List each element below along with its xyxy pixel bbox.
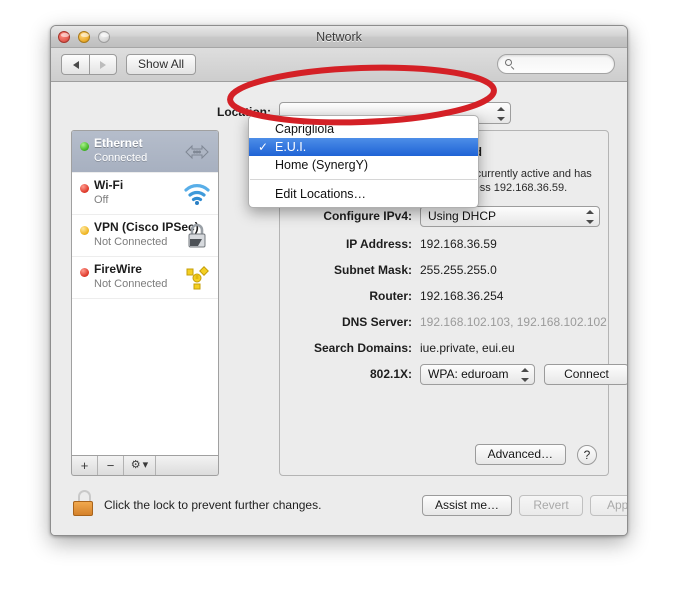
service-state: Off [94,194,109,206]
chevron-down-icon: ▾ [142,459,149,471]
window-controls [58,31,110,43]
footer-filler [156,456,218,475]
subnet-mask-row: Subnet Mask: 255.255.255.0 [280,263,608,281]
navigation-buttons [61,54,117,75]
popup-arrows-icon [496,107,505,121]
connect-button[interactable]: Connect [544,364,627,385]
close-button[interactable] [58,31,70,43]
router-value: 192.168.36.254 [420,289,504,303]
forward-button[interactable] [89,54,117,75]
network-preferences-window: Network Show All Location: Ethernet Conn… [50,25,628,536]
back-button[interactable] [61,54,89,75]
service-item-ethernet[interactable]: Ethernet Connected [72,131,218,173]
zoom-button[interactable] [98,31,110,43]
service-name: Wi-Fi [94,178,124,192]
dns-server-row: DNS Server: 192.168.102.103, 192.168.102… [280,315,608,333]
search-domains-row: Search Domains: iue.private, eui.eu [280,341,608,359]
dns-server-label: DNS Server: [341,315,412,329]
revert-button[interactable]: Revert [519,495,583,516]
search-icon [505,59,512,66]
router-row: Router: 192.168.36.254 [280,289,608,307]
checkmark-icon: ✓ [258,140,269,154]
service-name: FireWire [94,262,142,276]
minimize-button[interactable] [78,31,90,43]
service-list[interactable]: Ethernet Connected Wi-Fi Off VPN (Cisco … [71,130,219,456]
service-name: Ethernet [94,136,143,150]
dot1x-value: WPA: eduroam [428,367,509,381]
status-dot-icon [80,268,89,277]
location-dropdown-menu[interactable]: Caprigliola ✓ E.U.I. Home (SynergY) Edit… [248,115,479,208]
service-state: Not Connected [94,278,168,290]
menu-item-label: E.U.I. [275,140,307,154]
wifi-icon [182,180,212,208]
status-dot-icon [80,226,89,235]
lock-body-icon [73,501,93,516]
service-state: Not Connected [94,236,168,248]
help-button[interactable]: ? [577,445,597,465]
search-domains-label: Search Domains: [313,341,412,355]
dns-server-value: 192.168.102.103, 192.168.102.102 [420,315,607,329]
remove-service-button[interactable]: − [98,456,124,475]
ip-address-value: 192.168.36.59 [420,237,497,251]
dot1x-label: 802.1X: [369,367,412,381]
search-input[interactable] [518,55,608,73]
window-title: Network [316,30,362,44]
configure-ipv4-value: Using DHCP [428,209,497,223]
service-state: Connected [94,152,148,164]
menu-item-home-synergy[interactable]: Home (SynergY) [249,156,478,174]
subnet-mask-label: Subnet Mask: [333,263,412,277]
advanced-button[interactable]: Advanced… [474,444,566,465]
dot1x-select[interactable]: WPA: eduroam [420,364,535,385]
content-area: Location: Ethernet Connected Wi-Fi Off V… [51,82,627,535]
toolbar: Show All [51,48,627,82]
vpn-lock-icon [182,222,212,250]
show-all-button[interactable]: Show All [126,54,197,75]
popup-arrows-icon [520,368,529,382]
lock-button[interactable] [73,490,95,516]
service-item-wifi[interactable]: Wi-Fi Off [72,173,218,215]
status-dot-icon [80,142,89,151]
apply-button[interactable]: Apply [590,495,627,516]
menu-item-eui[interactable]: ✓ E.U.I. [249,138,478,156]
bottom-bar: Click the lock to prevent further change… [51,478,627,535]
service-list-footer: + − ⚙ ▾ [71,456,219,476]
add-service-button[interactable]: + [72,456,98,475]
service-item-vpn[interactable]: VPN (Cisco IPSec) Not Connected [72,215,218,257]
search-domains-value: iue.private, eui.eu [420,341,515,355]
status-dot-icon [80,184,89,193]
menu-item-caprigliola[interactable]: Caprigliola [249,120,478,138]
menu-item-label: Caprigliola [275,122,335,136]
assist-me-button[interactable]: Assist me… [422,495,512,516]
configure-ipv4-label: Configure IPv4: [323,209,412,223]
menu-item-edit-locations[interactable]: Edit Locations… [249,185,478,203]
forward-arrow-icon [100,60,106,69]
ip-address-label: IP Address: [345,237,412,251]
back-arrow-icon [72,60,79,69]
popup-arrows-icon [585,210,594,224]
gear-icon: ⚙ [130,459,141,471]
router-label: Router: [369,289,412,303]
menu-separator [250,179,477,180]
configure-ipv4-select[interactable]: Using DHCP [420,206,600,227]
window-titlebar: Network [51,26,627,48]
firewire-icon [182,264,212,292]
service-actions-button[interactable]: ⚙ ▾ [124,456,156,475]
menu-item-label: Edit Locations… [275,187,367,201]
search-field[interactable] [497,54,615,74]
service-item-firewire[interactable]: FireWire Not Connected [72,257,218,299]
ip-address-row: IP Address: 192.168.36.59 [280,237,608,255]
subnet-mask-value: 255.255.255.0 [420,263,497,277]
lock-hint-text: Click the lock to prevent further change… [104,498,322,512]
menu-item-label: Home (SynergY) [275,158,369,172]
ethernet-icon [182,138,212,166]
